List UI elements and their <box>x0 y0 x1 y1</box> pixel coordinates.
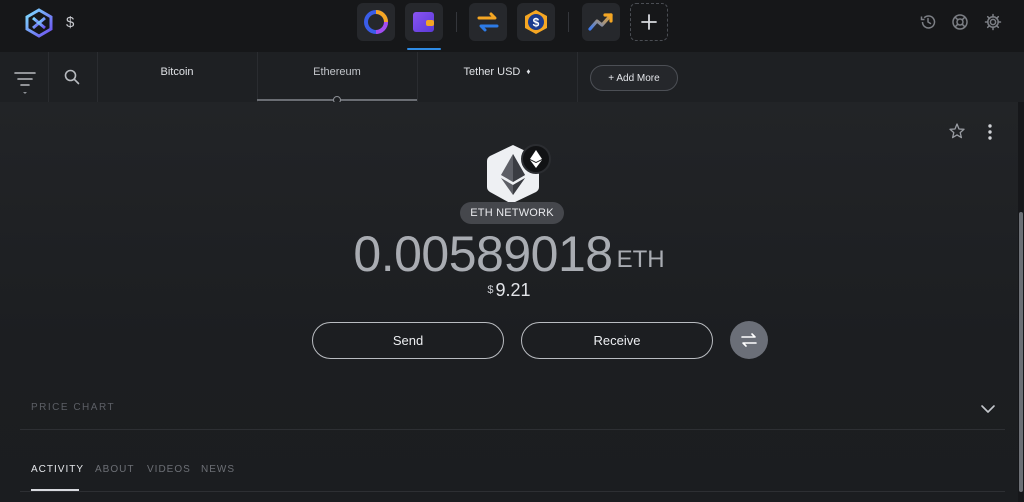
crypto-balance: 0.00589018 <box>353 226 613 282</box>
chevron-down-icon[interactable] <box>979 400 997 418</box>
star-icon <box>949 123 965 139</box>
ethereum-diamond-icon: ♦ <box>526 67 531 76</box>
divider <box>48 52 49 102</box>
favorite-button[interactable] <box>948 122 968 142</box>
active-tab-underline <box>31 489 79 491</box>
history-icon <box>920 15 936 29</box>
settings-button[interactable] <box>983 12 1003 32</box>
scrollbar-track[interactable] <box>1018 102 1024 502</box>
top-bar: $ $ <box>0 0 1024 52</box>
fiat-balance: 9.21 <box>495 280 531 300</box>
support-lifebuoy-icon <box>952 14 968 30</box>
exchange-button[interactable] <box>730 321 768 359</box>
add-app-button[interactable] <box>630 3 668 41</box>
tab-tether-usd[interactable]: Tether USD ♦ <box>417 52 577 102</box>
fiat-symbol: $ <box>487 284 494 296</box>
exchange-app-button[interactable] <box>469 3 507 41</box>
settings-gear-icon <box>984 13 1002 31</box>
ethereum-diamond-icon <box>530 150 542 168</box>
portfolio-ring-icon <box>364 10 388 34</box>
history-button[interactable] <box>918 12 938 32</box>
portfolio-app-button[interactable] <box>357 3 395 41</box>
scrollbar-thumb[interactable] <box>1019 212 1023 492</box>
exchange-arrows-icon <box>741 333 757 347</box>
trend-up-icon <box>588 13 613 31</box>
tab-label: Bitcoin <box>160 66 194 78</box>
price-chart-section[interactable]: PRICE CHART <box>20 394 1005 430</box>
network-label: ETH NETWORK <box>460 202 564 224</box>
detail-tabs: ACTIVITY ABOUT VIDEOS NEWS <box>20 458 1005 492</box>
support-button[interactable] <box>950 12 970 32</box>
wallet-icon <box>413 12 434 32</box>
svg-text:$: $ <box>533 16 540 30</box>
receive-button[interactable]: Receive <box>521 322 713 359</box>
tab-about[interactable]: ABOUT <box>95 464 134 475</box>
exodus-logo-icon[interactable] <box>24 8 54 38</box>
crypto-unit: ETH <box>616 246 665 273</box>
asset-detail-panel: ETH NETWORK 0.00589018 ETH $ 9.21 Send R… <box>0 102 1018 502</box>
stablecoin-app-button[interactable]: $ <box>517 3 555 41</box>
tab-label: Tether USD <box>463 66 521 78</box>
divider <box>577 52 578 102</box>
divider <box>568 12 569 32</box>
asset-tab-bar: Bitcoin Ethereum Tether USD ♦ + Add More <box>0 52 1024 104</box>
filter-sort-icon <box>14 72 36 94</box>
more-options-button[interactable] <box>980 122 1000 142</box>
dollar-coin-icon: $ <box>525 10 547 34</box>
price-chart-label: PRICE CHART <box>31 402 116 413</box>
add-more-button[interactable]: + Add More <box>590 65 678 91</box>
trading-app-button[interactable] <box>582 3 620 41</box>
network-badge <box>521 144 551 174</box>
plus-icon <box>641 14 657 30</box>
more-vertical-icon <box>988 124 992 140</box>
tab-ethereum[interactable]: Ethereum <box>257 52 417 104</box>
search-icon <box>64 69 80 85</box>
tab-videos[interactable]: VIDEOS <box>147 464 191 475</box>
tab-label-wrapper: Tether USD ♦ <box>464 66 531 102</box>
fiat-balance-row: $ 9.21 <box>0 280 1018 301</box>
tab-activity[interactable]: ACTIVITY <box>31 464 84 475</box>
tab-news[interactable]: NEWS <box>201 464 235 475</box>
currency-symbol[interactable]: $ <box>66 14 74 31</box>
balance-row: 0.00589018 ETH <box>0 224 1018 282</box>
search-button[interactable] <box>63 68 83 88</box>
tab-bitcoin[interactable]: Bitcoin <box>97 52 257 102</box>
wallet-app-button[interactable] <box>405 3 443 50</box>
exchange-arrows-icon <box>477 12 499 32</box>
filter-button[interactable] <box>12 67 38 94</box>
divider <box>456 12 457 32</box>
send-button[interactable]: Send <box>312 322 504 359</box>
